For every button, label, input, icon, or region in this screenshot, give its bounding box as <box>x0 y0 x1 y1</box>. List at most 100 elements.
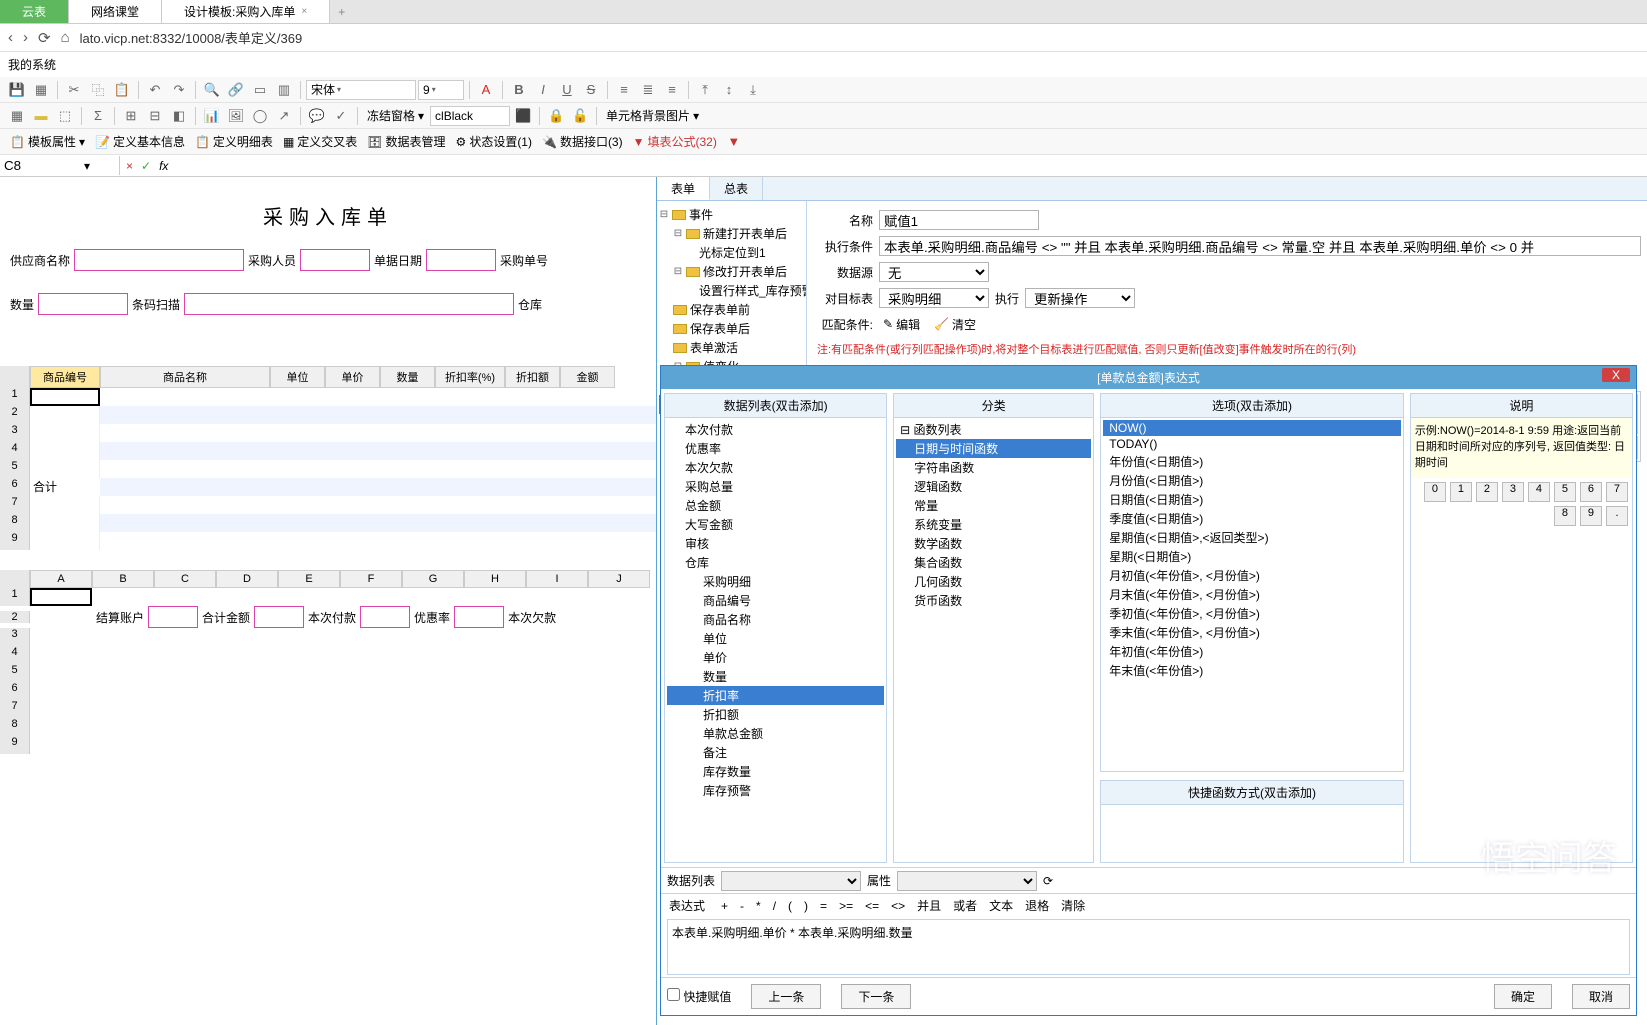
checkbox[interactable] <box>667 988 680 1001</box>
insert-icon[interactable]: ⊞ <box>120 106 142 126</box>
op-button[interactable]: <> <box>891 899 905 913</box>
list-item[interactable]: 商品名称 <box>667 610 884 629</box>
list-item[interactable]: 星期(<日期值>) <box>1103 547 1401 566</box>
list-item[interactable]: 折扣额 <box>667 705 884 724</box>
arrow-icon[interactable]: ↗ <box>273 106 295 126</box>
row-header[interactable]: 9 <box>0 736 30 754</box>
state-set-button[interactable]: ⚙状态设置(1) <box>452 131 536 152</box>
numpad-button[interactable]: 4 <box>1528 482 1550 502</box>
date-field[interactable] <box>426 249 496 271</box>
close-icon[interactable]: X <box>1602 368 1630 382</box>
shape-icon[interactable]: ◯ <box>249 106 271 126</box>
font-color-icon[interactable]: A <box>475 80 497 100</box>
formula-button[interactable]: ▼填表公式(32) <box>629 131 721 152</box>
col-header[interactable]: A <box>30 570 92 588</box>
list-item[interactable]: 优惠率 <box>667 439 884 458</box>
list-item[interactable]: 大写金额 <box>667 515 884 534</box>
sum-icon[interactable]: Σ <box>87 106 109 126</box>
cut-icon[interactable]: ✂ <box>63 80 85 100</box>
row-bg[interactable] <box>100 496 656 514</box>
list-item[interactable]: 星期值(<日期值>,<返回类型>) <box>1103 528 1401 547</box>
list-item[interactable]: 商品编号 <box>667 591 884 610</box>
edit-button[interactable]: ✎编辑 <box>879 314 924 335</box>
col-header[interactable]: G <box>402 570 464 588</box>
row-bg[interactable] <box>100 532 656 550</box>
row-header[interactable]: 7 <box>0 700 30 718</box>
row-bg[interactable] <box>30 700 656 718</box>
supplier-field[interactable] <box>74 249 244 271</box>
cell[interactable] <box>30 460 100 478</box>
row-bg[interactable] <box>100 406 656 424</box>
list-item[interactable]: 字符串函数 <box>896 458 1091 477</box>
col-header[interactable]: 金额 <box>560 366 615 388</box>
tgt-select[interactable]: 采购明细 <box>879 288 989 308</box>
op-button[interactable]: <= <box>865 899 879 913</box>
exec-select[interactable]: 更新操作 <box>1025 288 1135 308</box>
tab-add[interactable]: + <box>330 0 353 23</box>
col-header[interactable]: 商品名称 <box>100 366 270 388</box>
url-text[interactable]: lato.vicp.net:8332/10008/表单定义/369 <box>80 28 303 47</box>
col-header[interactable]: B <box>92 570 154 588</box>
list-item[interactable]: 年初值(<年份值>) <box>1103 642 1401 661</box>
op-button[interactable]: - <box>740 899 744 913</box>
op-button[interactable]: 或者 <box>953 899 977 913</box>
row-bg[interactable] <box>100 514 656 532</box>
barcode-field[interactable] <box>184 293 514 315</box>
new-icon[interactable]: ▦ <box>30 80 52 100</box>
more-icon[interactable]: ▼ <box>723 132 745 152</box>
paid-field[interactable] <box>360 606 410 628</box>
op-button[interactable]: / <box>773 899 776 913</box>
list-item[interactable]: 日期与时间函数 <box>896 439 1091 458</box>
cell[interactable]: 合计 <box>30 478 100 496</box>
list-item[interactable]: 库存预警 <box>667 781 884 800</box>
def-cross-button[interactable]: ▦定义交叉表 <box>279 131 361 152</box>
name-input[interactable] <box>879 210 1039 230</box>
fast-assign-check[interactable]: 快捷赋值 <box>667 988 731 1005</box>
col-header[interactable]: 折扣率(%) <box>435 366 505 388</box>
row-header[interactable]: 3 <box>0 628 30 646</box>
numpad-button[interactable]: 3 <box>1502 482 1524 502</box>
op-button[interactable]: 退格 <box>1025 899 1049 913</box>
tab-form[interactable]: 表单 <box>657 177 710 200</box>
clear-button[interactable]: 🧹清空 <box>930 314 980 335</box>
list-item[interactable]: 年末值(<年份值>) <box>1103 661 1401 680</box>
row-bg[interactable] <box>100 388 656 406</box>
numpad-button[interactable]: 6 <box>1580 482 1602 502</box>
tab-summary[interactable]: 总表 <box>710 177 763 200</box>
tree-root[interactable]: ⊟ 函数列表 <box>896 420 1091 439</box>
total-field[interactable] <box>254 606 304 628</box>
row-bg[interactable] <box>100 442 656 460</box>
list-item[interactable]: NOW() <box>1103 420 1401 436</box>
delete-icon[interactable]: ⊟ <box>144 106 166 126</box>
list-item[interactable]: 月初值(<年份值>, <月份值>) <box>1103 566 1401 585</box>
unlock-icon[interactable]: 🔓 <box>569 106 591 126</box>
save-icon[interactable]: 💾 <box>6 80 28 100</box>
list-item[interactable]: 常量 <box>896 496 1091 515</box>
attr-select[interactable] <box>897 871 1037 891</box>
list-item[interactable]: 逻辑函数 <box>896 477 1091 496</box>
active-cell[interactable] <box>30 588 92 606</box>
align-left-icon[interactable]: ≡ <box>613 80 635 100</box>
redo-icon[interactable]: ↷ <box>168 80 190 100</box>
nav-back-icon[interactable]: ‹ <box>8 29 13 46</box>
merge-icon[interactable]: ▭ <box>249 80 271 100</box>
row-bg[interactable] <box>100 460 656 478</box>
cell[interactable] <box>30 442 100 460</box>
comment-icon[interactable]: 💬 <box>306 106 328 126</box>
settle-field[interactable] <box>148 606 198 628</box>
op-button[interactable]: >= <box>839 899 853 913</box>
dropdown-icon[interactable]: ▾ <box>84 159 90 173</box>
row-bg[interactable] <box>30 718 656 736</box>
validate-icon[interactable]: ✓ <box>330 106 352 126</box>
chart-icon[interactable]: 📊 <box>201 106 223 126</box>
col-header[interactable]: 数量 <box>380 366 435 388</box>
border-icon[interactable]: ▦ <box>6 106 28 126</box>
op-button[interactable]: = <box>820 899 827 913</box>
tree-node[interactable]: 保存表单后 <box>659 319 804 338</box>
col-header[interactable]: I <box>526 570 588 588</box>
discount-field[interactable] <box>454 606 504 628</box>
list-item[interactable]: 集合函数 <box>896 553 1091 572</box>
tree-node[interactable]: 表单激活 <box>659 338 804 357</box>
align-center-icon[interactable]: ≣ <box>637 80 659 100</box>
tab-template[interactable]: 设计模板:采购入库单× <box>162 0 330 23</box>
